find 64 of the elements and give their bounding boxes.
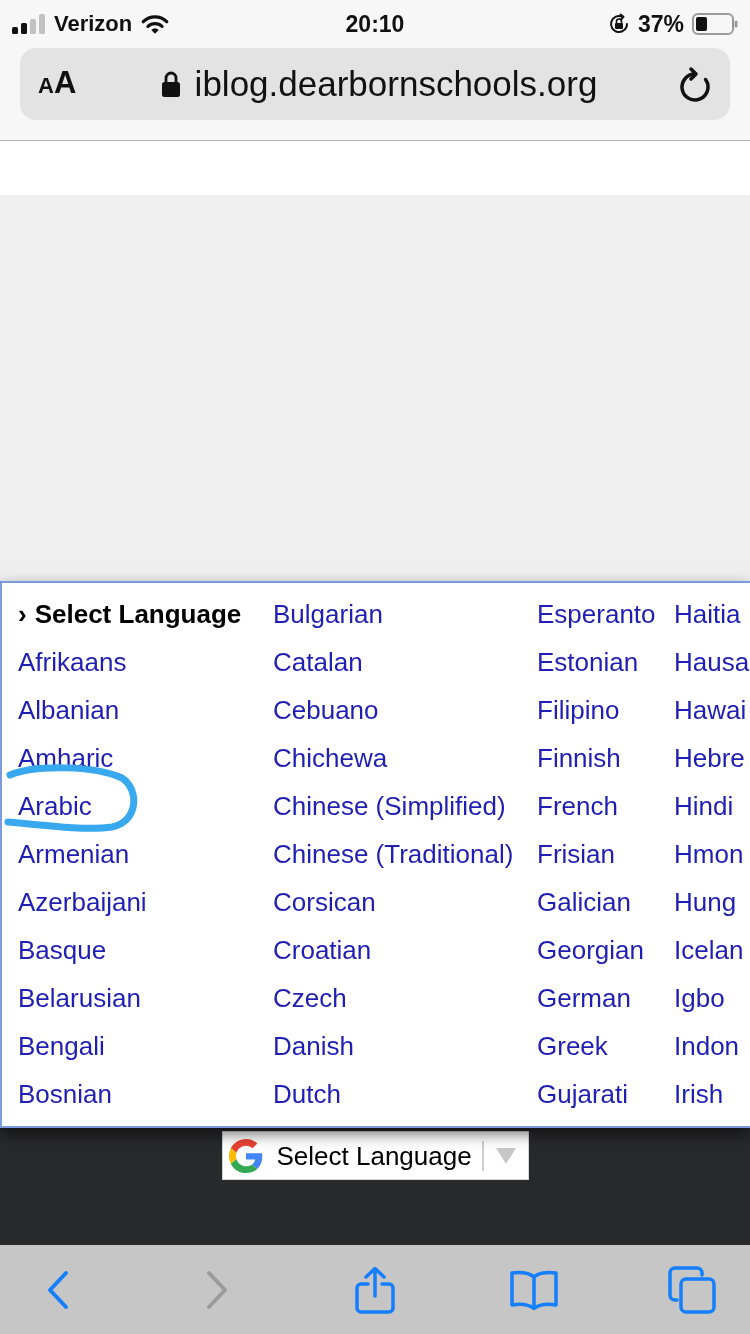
url-text: iblog.dearbornschools.org bbox=[194, 64, 598, 104]
language-option[interactable]: Cebuano bbox=[273, 695, 379, 725]
wifi-icon bbox=[140, 13, 171, 35]
chevron-left-icon bbox=[47, 1269, 69, 1310]
reload-button[interactable] bbox=[678, 65, 712, 103]
language-option[interactable]: Esperanto bbox=[537, 599, 656, 629]
language-option[interactable]: Finnish bbox=[537, 743, 621, 773]
language-option[interactable]: Danish bbox=[273, 1031, 354, 1061]
language-option[interactable]: Hmon bbox=[674, 839, 744, 869]
language-option[interactable]: Icelan bbox=[674, 935, 744, 965]
language-option[interactable]: Czech bbox=[273, 983, 347, 1013]
battery-icon bbox=[692, 13, 738, 35]
clock-time: 20:10 bbox=[345, 11, 405, 37]
language-option[interactable]: Bengali bbox=[18, 1031, 105, 1061]
language-option[interactable]: Irish bbox=[674, 1079, 724, 1109]
cellular-signal-icon bbox=[12, 14, 46, 34]
language-option[interactable]: Chichewa bbox=[273, 743, 388, 773]
g-logo-icon bbox=[228, 1138, 263, 1173]
language-option[interactable]: Arabic bbox=[18, 791, 92, 821]
chevron-right-icon bbox=[205, 1269, 228, 1310]
language-option[interactable]: Croatian bbox=[273, 935, 372, 965]
language-option[interactable]: Hausa bbox=[674, 647, 750, 677]
overlapping-squares-icon bbox=[668, 1265, 716, 1314]
language-option[interactable]: Frisian bbox=[537, 839, 615, 869]
language-option[interactable]: Bosnian bbox=[18, 1079, 112, 1109]
share-icon bbox=[354, 1265, 396, 1314]
rotation-lock-icon bbox=[607, 13, 630, 35]
open-book-icon bbox=[508, 1268, 559, 1311]
language-option[interactable]: Chinese (Simplified) bbox=[273, 791, 506, 821]
language-option[interactable]: Azerbaijani bbox=[18, 887, 147, 917]
language-option[interactable]: › Select Language bbox=[18, 599, 242, 629]
language-option[interactable]: Indon bbox=[674, 1031, 740, 1061]
text-size-button[interactable]: AA bbox=[38, 67, 80, 101]
language-option[interactable]: Gujarati bbox=[537, 1079, 629, 1109]
language-option[interactable]: Armenian bbox=[18, 839, 130, 869]
battery-percentage: 37% bbox=[637, 11, 684, 37]
carrier-name: Verizon bbox=[54, 11, 133, 37]
language-option[interactable]: French bbox=[537, 791, 618, 821]
language-option[interactable]: Dutch bbox=[273, 1079, 341, 1109]
language-option[interactable]: Afrikaans bbox=[18, 647, 127, 677]
language-option[interactable]: Belarusian bbox=[18, 983, 141, 1013]
language-option[interactable]: Hung bbox=[674, 887, 737, 917]
language-option[interactable]: Corsican bbox=[273, 887, 376, 917]
language-option[interactable]: Hindi bbox=[674, 791, 734, 821]
language-option[interactable]: Hawai bbox=[674, 695, 747, 725]
language-option[interactable]: Haitia bbox=[674, 599, 741, 629]
language-option[interactable]: Georgian bbox=[537, 935, 644, 965]
language-option[interactable]: Galician bbox=[537, 887, 631, 917]
language-option[interactable]: Albanian bbox=[18, 695, 120, 725]
language-option[interactable]: Basque bbox=[18, 935, 107, 965]
language-option[interactable]: Greek bbox=[537, 1031, 608, 1061]
language-option[interactable]: Chinese (Traditional) bbox=[273, 839, 514, 869]
dropdown-triangle-icon bbox=[495, 1147, 516, 1164]
language-option[interactable]: Catalan bbox=[273, 647, 363, 677]
padlock-icon bbox=[160, 70, 181, 98]
language-option[interactable]: Estonian bbox=[537, 647, 639, 677]
reload-icon bbox=[678, 65, 712, 103]
address-bar[interactable]: AA iblog.dearbornschools.org bbox=[20, 48, 730, 120]
language-option[interactable]: Filipino bbox=[537, 695, 620, 725]
language-option[interactable]: German bbox=[537, 983, 631, 1013]
language-option[interactable]: Igbo bbox=[674, 983, 725, 1013]
language-option[interactable]: Bulgarian bbox=[273, 599, 383, 629]
language-option[interactable]: Hebre bbox=[674, 743, 745, 773]
language-select[interactable]: Select Language bbox=[221, 1131, 529, 1180]
